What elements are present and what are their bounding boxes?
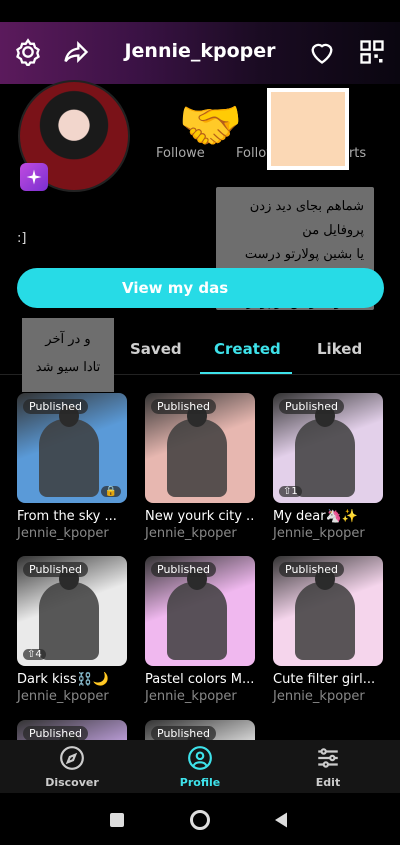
sparkle-badge-icon [20, 163, 48, 191]
filter-card[interactable]: Published ⇧4 Dark kiss⛓️🌙 Jennie_kpoper [17, 556, 127, 704]
published-badge: Published [151, 399, 216, 414]
tab-saved[interactable]: Saved [130, 340, 182, 358]
note-line: تادا سیو شد [35, 360, 101, 375]
filter-card[interactable]: Published New yourk city ... Jennie_kpop… [145, 393, 255, 541]
card-title: New yourk city ... [145, 509, 255, 524]
handshake-sticker: 🤝 [178, 96, 243, 156]
settings-gear-icon[interactable] [14, 38, 42, 66]
filter-thumbnail[interactable]: Published [273, 556, 383, 666]
card-title: Cute filter girl... [273, 672, 376, 687]
profile-username: Jennie_kpoper [124, 40, 276, 62]
note-line: و در آخر [45, 332, 91, 347]
filter-card[interactable]: Published Pastel colors M... Jennie_kpop… [145, 556, 255, 704]
published-badge: Published [151, 562, 216, 577]
tab-liked[interactable]: Liked [317, 340, 362, 358]
peach-square-sticker [267, 88, 349, 170]
view-dashboard-button[interactable]: View my das [17, 268, 384, 308]
share-count: ⇧4 [23, 649, 46, 660]
recent-apps-square-icon[interactable] [110, 813, 124, 827]
sliders-icon [318, 748, 338, 768]
card-author[interactable]: Jennie_kpoper [145, 689, 255, 704]
back-triangle-icon[interactable] [272, 811, 290, 829]
published-badge: Published [151, 726, 216, 741]
lock-icon: 🔒 [100, 486, 121, 497]
profile-icon [188, 746, 212, 770]
published-badge: Published [23, 726, 88, 741]
card-title: My dear🦄✨ [273, 509, 358, 524]
qr-code-icon[interactable] [358, 38, 386, 66]
persian-note-overlay-2: و در آخر تادا سیو شد [22, 318, 114, 392]
filter-thumbnail[interactable]: Published ⇧1 [273, 393, 383, 503]
filter-card[interactable]: Published Cute filter girl... Jennie_kpo… [273, 556, 383, 704]
filter-card[interactable]: Published 🔒 From the sky ... Jennie_kpop… [17, 393, 127, 541]
note-line: پروفایل من [302, 223, 364, 238]
card-author[interactable]: Jennie_kpoper [17, 526, 127, 541]
filter-card[interactable]: Published ⇧1 My dear🦄✨ Jennie_kpoper [273, 393, 383, 541]
filter-thumbnail[interactable]: Published [145, 556, 255, 666]
tab-created[interactable]: Created [214, 340, 281, 358]
nav-label: Profile [179, 776, 221, 789]
share-count: ⇧1 [279, 486, 302, 497]
published-badge: Published [279, 399, 344, 414]
card-title: From the sky ... [17, 509, 117, 524]
profile-bio: :] [17, 231, 27, 246]
card-author[interactable]: Jennie_kpoper [273, 689, 383, 704]
published-badge: Published [23, 399, 88, 414]
nav-discover[interactable]: Discover [22, 745, 122, 789]
card-author[interactable]: Jennie_kpoper [17, 689, 127, 704]
bottom-navigation: Discover Profile Edit [0, 740, 400, 793]
card-author[interactable]: Jennie_kpoper [145, 526, 255, 541]
card-title: Pastel colors M... [145, 672, 255, 687]
heart-icon[interactable] [308, 38, 336, 66]
filter-thumbnail[interactable]: Published 🔒 [17, 393, 127, 503]
note-line: شماهم بجای دید زدن [249, 199, 364, 214]
system-navigation-bar [0, 793, 400, 845]
nav-label: Discover [45, 776, 99, 789]
nav-profile[interactable]: Profile [150, 745, 250, 789]
filter-thumbnail[interactable]: Published [145, 393, 255, 503]
nav-label: Edit [315, 776, 341, 789]
card-author[interactable]: Jennie_kpoper [273, 526, 383, 541]
app-header: Jennie_kpoper [0, 22, 400, 84]
published-badge: Published [23, 562, 88, 577]
home-circle-icon[interactable] [190, 810, 210, 830]
card-title: Dark kiss⛓️🌙 [17, 672, 110, 687]
compass-icon [60, 746, 84, 770]
published-badge: Published [279, 562, 344, 577]
share-arrow-icon[interactable] [62, 38, 90, 66]
filter-thumbnail[interactable]: Published ⇧4 [17, 556, 127, 666]
nav-edit[interactable]: Edit [278, 745, 378, 789]
